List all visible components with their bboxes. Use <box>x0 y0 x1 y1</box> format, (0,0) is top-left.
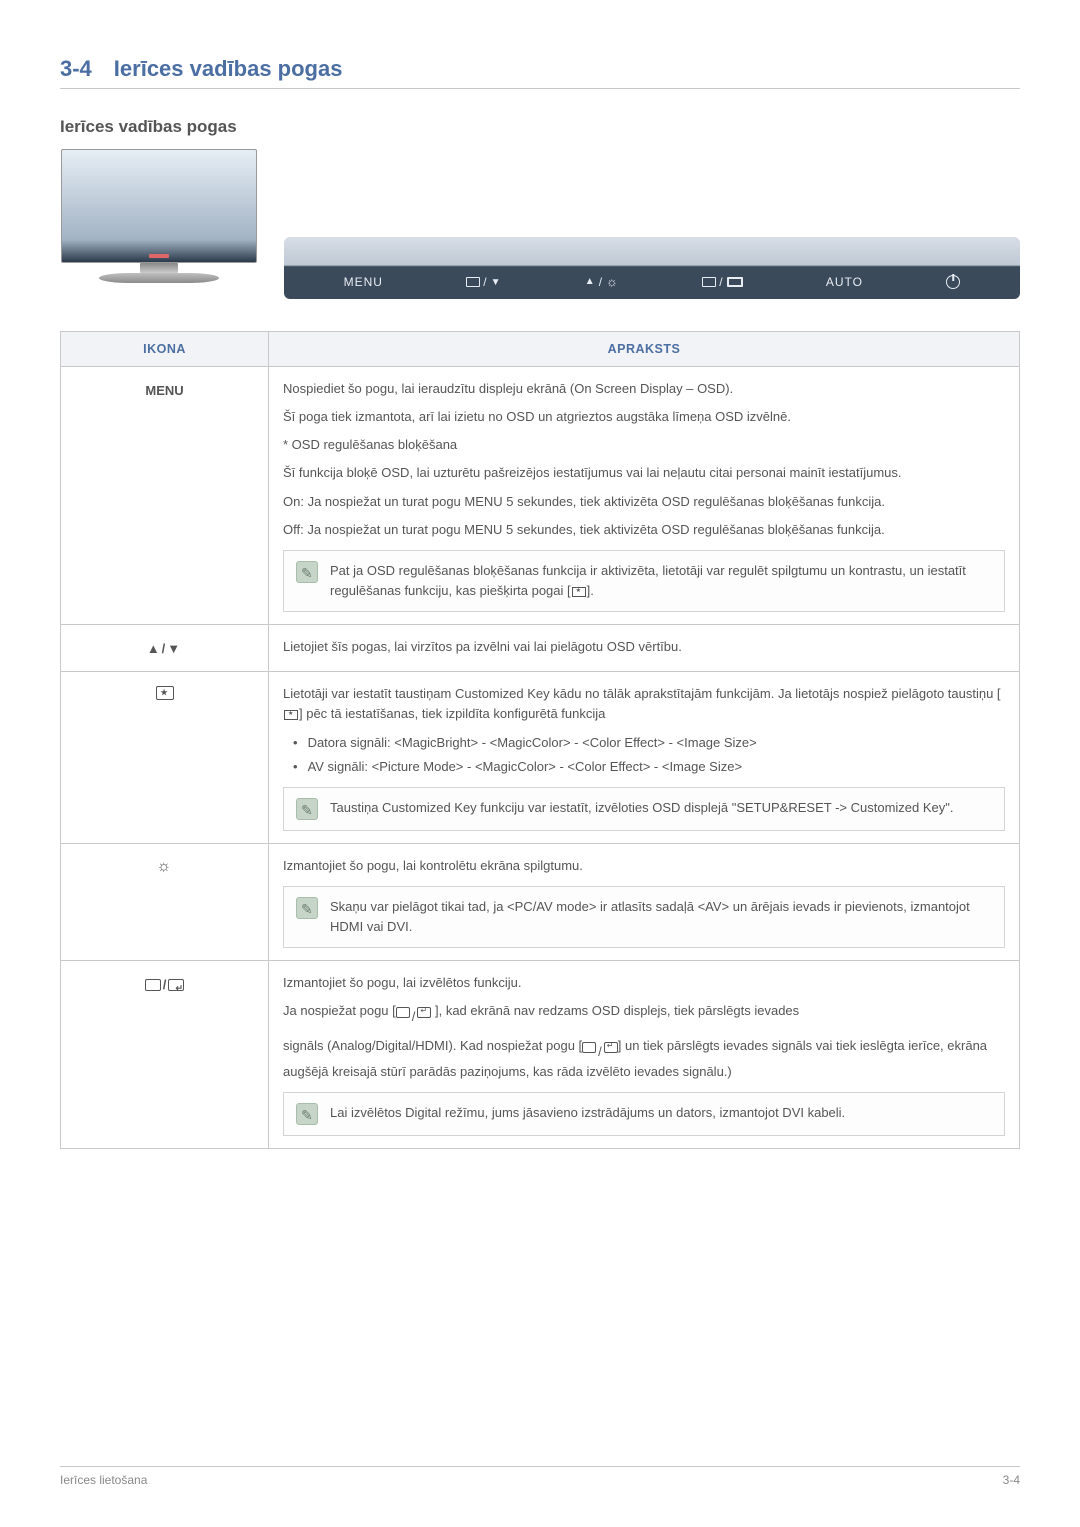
menu-p2: Šī poga tiek izmantota, arī lai izietu n… <box>283 407 1005 427</box>
source-p3a: signāls (Analog/Digital/HDMI). Kad nospi… <box>283 1038 582 1053</box>
section-number: 3-4 <box>60 56 92 81</box>
section-heading: 3-4 Ierīces vadības pogas <box>60 56 1020 82</box>
table-row: / Izmantojiet šo pogu, lai izvēlētos fun… <box>61 961 1020 1149</box>
menu-p3: * OSD regulēšanas bloķēšana <box>283 435 1005 455</box>
source-p2b: ], kad ekrānā nav redzams OSD displejs, … <box>431 1003 799 1018</box>
table-row: Izmantojiet šo pogu, lai kontrolētu ekrā… <box>61 843 1020 960</box>
list-item: Datora signāli: <MagicBright> - <MagicCo… <box>293 733 1005 753</box>
strip-menu-label: MENU <box>344 275 383 289</box>
source-p1: Izmantojiet šo pogu, lai izvēlētos funkc… <box>283 973 1005 993</box>
note-icon <box>296 1103 318 1125</box>
source-p3: signāls (Analog/Digital/HDMI). Kad nospi… <box>283 1036 1005 1082</box>
strip-custom-icon: /▼ <box>466 275 501 289</box>
menu-note: Pat ja OSD regulēšanas bloķēšanas funkci… <box>283 550 1005 612</box>
source-icon: / <box>582 1042 618 1062</box>
heading-rule <box>60 88 1020 89</box>
sub-heading: Ierīces vadības pogas <box>60 117 1020 137</box>
note-icon <box>296 798 318 820</box>
row-custom-label <box>61 672 269 844</box>
custom-p1b: ] pēc tā iestatīšanas, tiek izpildīta ko… <box>299 706 605 721</box>
bright-note: Skaņu var pielāgot tikai tad, ja <PC/AV … <box>283 886 1005 948</box>
menu-p4: Šī funkcija bloķē OSD, lai uzturētu pašr… <box>283 463 1005 483</box>
source-icon: / <box>145 975 185 995</box>
strip-auto-label: AUTO <box>826 275 863 289</box>
row-menu-label: MENU <box>61 367 269 625</box>
strip-brightness-icon: ▲/☼ <box>585 274 619 289</box>
custom-key-icon <box>572 587 586 597</box>
monitor-stand <box>140 263 178 273</box>
table-row: MENU Nospiediet šo pogu, lai ieraudzītu … <box>61 367 1020 625</box>
row-source-label: / <box>61 961 269 1149</box>
brightness-icon <box>157 858 173 874</box>
source-icon: / <box>396 1007 432 1027</box>
page-footer: Ierīces lietošana 3-4 <box>60 1466 1020 1487</box>
menu-note-b: ]. <box>587 583 594 598</box>
table-row: Lietotāji var iestatīt taustiņam Customi… <box>61 672 1020 844</box>
row-brightness-label <box>61 843 269 960</box>
custom-p1a: Lietotāji var iestatīt taustiņam Customi… <box>283 686 1001 701</box>
custom-bullets: Datora signāli: <MagicBright> - <MagicCo… <box>293 733 1005 777</box>
strip-source-icon: / <box>702 275 742 289</box>
row-menu-desc: Nospiediet šo pogu, lai ieraudzītu displ… <box>269 367 1020 625</box>
row-custom-desc: Lietotāji var iestatīt taustiņam Customi… <box>269 672 1020 844</box>
row-brightness-desc: Izmantojiet šo pogu, lai kontrolētu ekrā… <box>269 843 1020 960</box>
monitor-illustration <box>60 149 258 299</box>
custom-key-icon <box>156 686 174 700</box>
source-note-text: Lai izvēlētos Digital režīmu, jums jāsav… <box>330 1103 992 1125</box>
row-source-desc: Izmantojiet šo pogu, lai izvēlētos funkc… <box>269 961 1020 1149</box>
table-row: ▲/▼ Lietojiet šīs pogas, lai virzītos pa… <box>61 625 1020 672</box>
list-item: AV signāli: <Picture Mode> - <MagicColor… <box>293 757 1005 777</box>
note-icon <box>296 897 318 919</box>
menu-note-text: Pat ja OSD regulēšanas bloķēšanas funkci… <box>330 561 992 601</box>
custom-key-icon <box>284 710 298 720</box>
source-p2a: Ja nospiežat pogu [ <box>283 1003 396 1018</box>
menu-p5: On: Ja nospiežat un turat pogu MENU 5 se… <box>283 492 1005 512</box>
menu-p1: Nospiediet šo pogu, lai ieraudzītu displ… <box>283 379 1005 399</box>
button-strip: MENU /▼ ▲/☼ / AUTO <box>284 237 1020 299</box>
note-icon <box>296 561 318 583</box>
footer-right: 3-4 <box>1003 1473 1020 1487</box>
strip-power-icon <box>946 275 960 289</box>
custom-note-text: Taustiņa Customized Key funkciju var ies… <box>330 798 992 820</box>
row-arrows-desc: Lietojiet šīs pogas, lai virzītos pa izv… <box>269 625 1020 672</box>
section-title-text: Ierīces vadības pogas <box>114 56 343 81</box>
th-icon: IKONA <box>61 332 269 367</box>
menu-p6: Off: Ja nospiežat un turat pogu MENU 5 s… <box>283 520 1005 540</box>
device-image: MENU /▼ ▲/☼ / AUTO <box>60 149 1020 299</box>
custom-note: Taustiņa Customized Key funkciju var ies… <box>283 787 1005 831</box>
row-arrows-label: ▲/▼ <box>61 625 269 672</box>
menu-note-a: Pat ja OSD regulēšanas bloķēšanas funkci… <box>330 563 966 598</box>
source-note: Lai izvēlētos Digital režīmu, jums jāsav… <box>283 1092 1005 1136</box>
footer-left: Ierīces lietošana <box>60 1473 147 1487</box>
monitor-screen <box>61 149 257 263</box>
monitor-base <box>99 273 219 283</box>
arrows-p1: Lietojiet šīs pogas, lai virzītos pa izv… <box>283 637 1005 657</box>
description-table: IKONA APRAKSTS MENU Nospiediet šo pogu, … <box>60 331 1020 1149</box>
bright-note-text: Skaņu var pielāgot tikai tad, ja <PC/AV … <box>330 897 992 937</box>
bright-p1: Izmantojiet šo pogu, lai kontrolētu ekrā… <box>283 856 1005 876</box>
source-p2: Ja nospiežat pogu [/ ], kad ekrānā nav r… <box>283 1001 1005 1027</box>
th-desc: APRAKSTS <box>269 332 1020 367</box>
custom-p1: Lietotāji var iestatīt taustiņam Customi… <box>283 684 1005 724</box>
